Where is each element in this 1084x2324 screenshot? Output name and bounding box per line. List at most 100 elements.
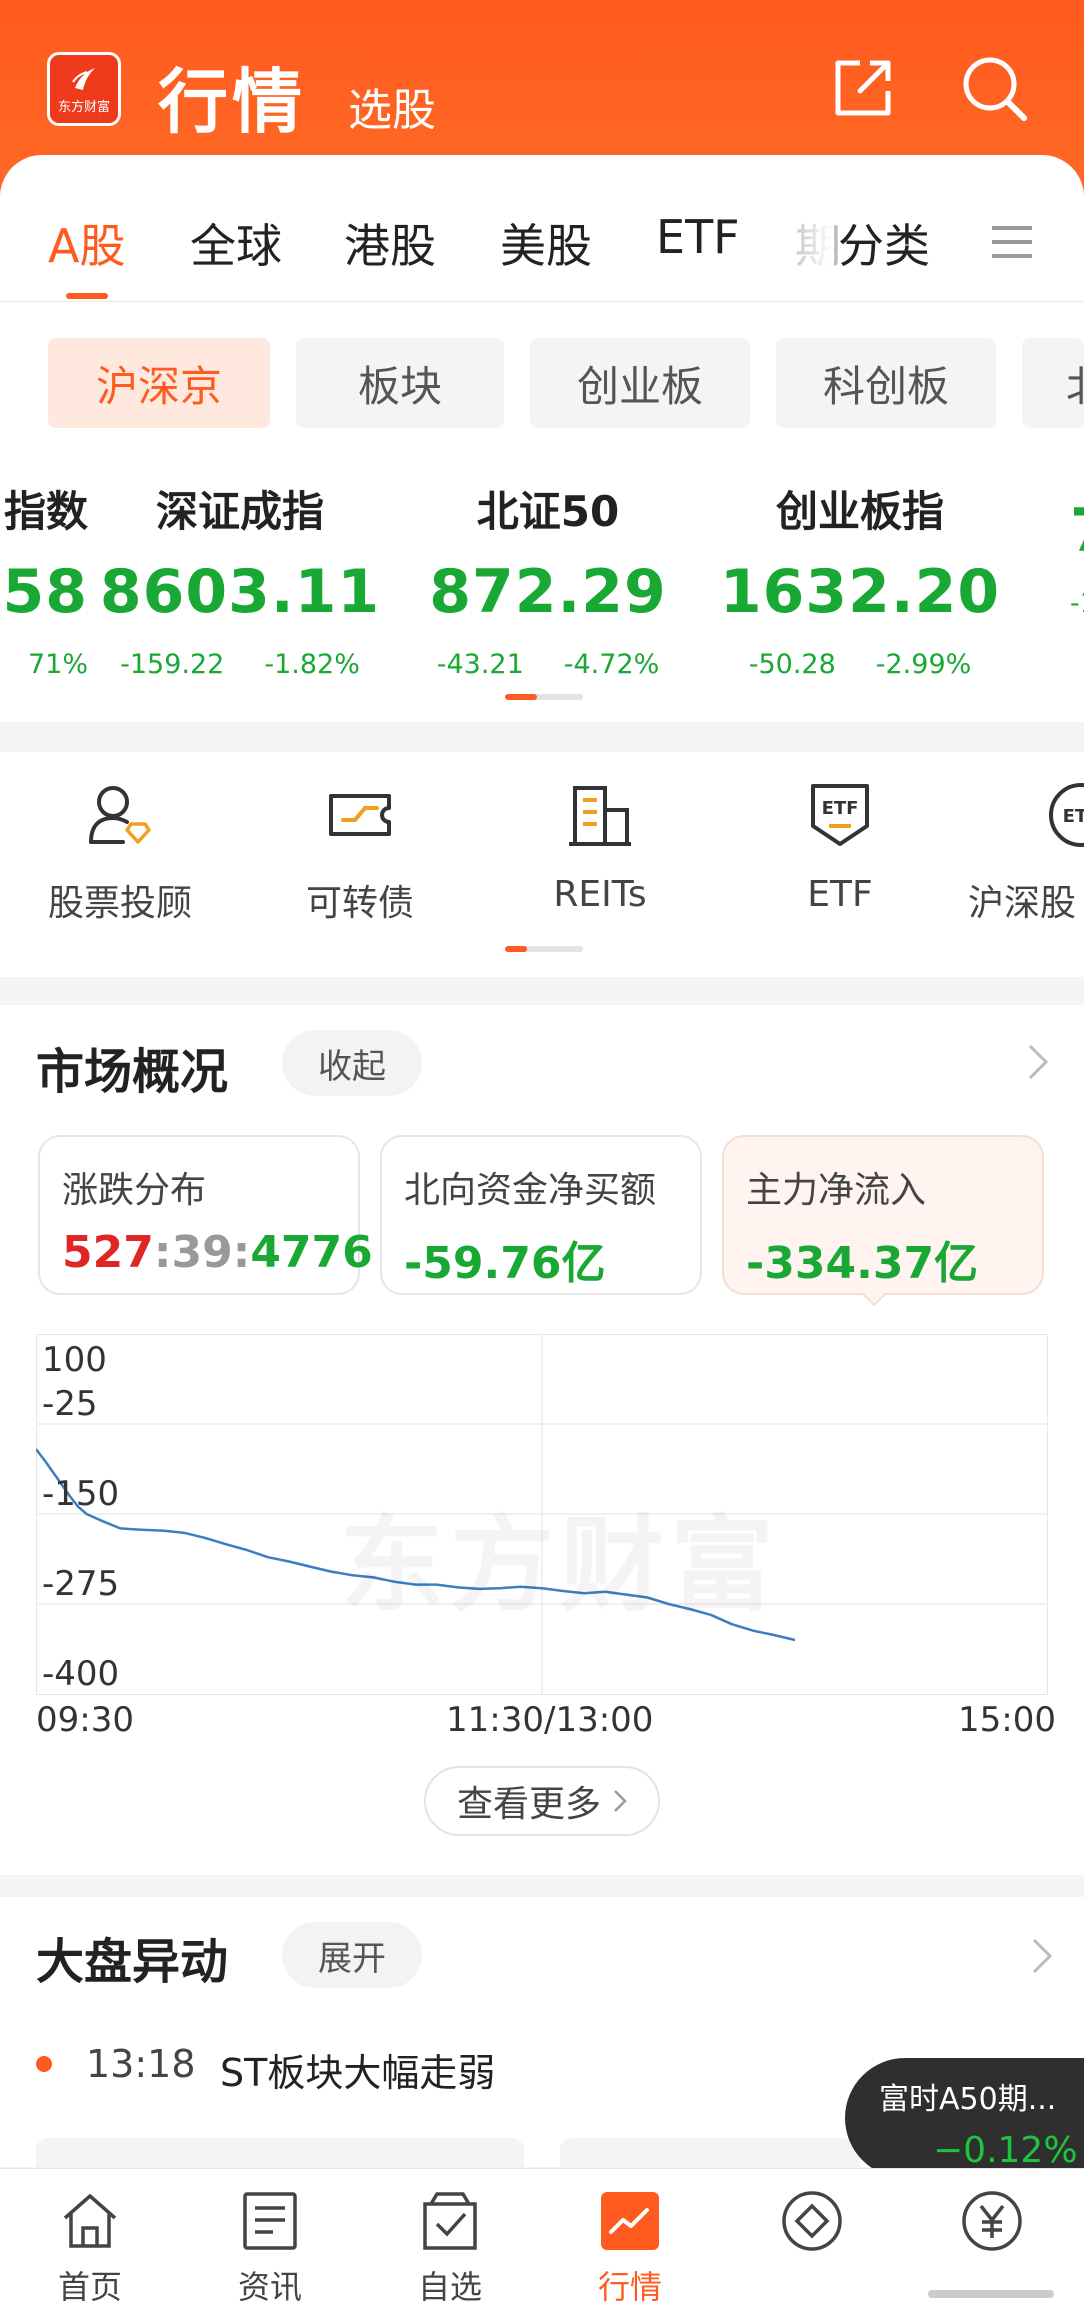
- index-card-bse50[interactable]: 北证50 872.29 -43.21 -4.72%: [398, 478, 698, 680]
- breadth-card[interactable]: 涨跌分布 527:39:4776: [38, 1135, 373, 1295]
- subtab-sector[interactable]: 板块: [296, 338, 504, 428]
- nav-label: 行情: [597, 2268, 662, 2306]
- market-movement-title: 大盘异动: [36, 1934, 229, 1990]
- subtab-bse[interactable]: 北: [1022, 338, 1084, 428]
- nav-label: 自选: [417, 2268, 482, 2306]
- bottom-nav: [0, 2168, 1084, 2324]
- movement-card: [560, 2138, 860, 2168]
- movement-text[interactable]: ST板块大幅走弱: [220, 2042, 495, 2097]
- nav-diamond[interactable]: [752, 2190, 872, 2252]
- nav-label: 首页: [57, 2268, 122, 2306]
- subtab-chinext[interactable]: 创业板: [530, 338, 750, 428]
- tab-etf[interactable]: ETF: [656, 210, 740, 264]
- movement-time: 13:18: [86, 2042, 196, 2086]
- market-icon: [601, 2192, 659, 2250]
- northbound-card[interactable]: 北向资金净买额 -59.76亿: [380, 1135, 702, 1295]
- main-inflow-value: -334.37亿: [746, 1238, 979, 1289]
- home-indicator: [928, 2290, 1054, 2298]
- quick-label: ETF: [807, 874, 873, 915]
- index-card-sh[interactable]: 指数 58 71%: [0, 478, 89, 680]
- northbound-value: -59.76亿: [404, 1238, 606, 1289]
- app-logo[interactable]: 东方财富: [47, 52, 121, 126]
- expand-button[interactable]: 展开: [282, 1922, 422, 1988]
- news-icon: [243, 2192, 297, 2250]
- index-value: 872.29: [429, 557, 667, 627]
- yuan-icon: [962, 2191, 1022, 2251]
- card-label: 主力净流入: [746, 1170, 927, 1211]
- index-pct: -4.72%: [563, 649, 660, 680]
- view-more-label: 查看更多: [456, 1784, 601, 1825]
- reits-building-icon: [569, 786, 631, 846]
- index-pager: [505, 694, 583, 700]
- index-card-szse-component[interactable]: 深证成指 8603.11 -159.22 -1.82%: [90, 478, 390, 680]
- menu-icon[interactable]: [990, 222, 1034, 262]
- card-label: 涨跌分布: [62, 1170, 207, 1211]
- quick-label: 沪深股: [968, 883, 1077, 924]
- nav-label: 资讯: [237, 2268, 302, 2306]
- diamond-icon: [782, 2191, 842, 2251]
- svg-text:ETF: ETF: [1063, 806, 1084, 827]
- subtab-hu-shen-jing[interactable]: 沪深京: [48, 338, 270, 428]
- etf-shield-icon: ETF: [811, 784, 869, 846]
- float-value: −0.12%: [933, 2130, 1078, 2171]
- index-card-next[interactable]: 7 -1: [1070, 478, 1084, 619]
- quick-item-etf[interactable]: ETF ETF: [720, 780, 960, 915]
- quick-label: 可转债: [305, 883, 414, 924]
- logo-text: 东方财富: [57, 99, 110, 115]
- quick-label: 股票投顾: [47, 883, 192, 924]
- x-tick-label: 11:30/13:00: [446, 1700, 654, 1740]
- bullet-dot: [36, 2056, 52, 2072]
- collapse-button[interactable]: 收起: [282, 1030, 422, 1096]
- nav-news[interactable]: 资讯: [210, 2190, 330, 2308]
- y-tick-label: -150: [42, 1474, 120, 1514]
- home-icon: [63, 2194, 117, 2248]
- index-change: -43.21: [436, 649, 524, 680]
- market-tabs: A股 全球 港股 美股 ETF 期 分类: [0, 210, 1084, 300]
- quick-item-hs-stock[interactable]: ETF 沪深股: [960, 780, 1084, 926]
- quick-item-reits[interactable]: REITs: [480, 780, 720, 915]
- index-pct: -2.99%: [875, 649, 972, 680]
- advisor-icon: [89, 786, 151, 844]
- y-tick-label: 100: [42, 1340, 107, 1380]
- index-card-chinext[interactable]: 创业板指 1632.20 -50.28 -2.99%: [710, 478, 1010, 680]
- breadth-value: 527:39:4776: [62, 1227, 373, 1278]
- share-icon[interactable]: [830, 55, 896, 121]
- index-name: 北证50: [476, 487, 620, 536]
- watchlist-icon: [423, 2192, 477, 2250]
- view-more-button[interactable]: 查看更多: [424, 1766, 660, 1836]
- main-inflow-card[interactable]: 主力净流入 -334.37亿: [722, 1135, 1044, 1295]
- card-pointer: [862, 1293, 886, 1307]
- quick-item-convertible[interactable]: 可转债: [240, 780, 480, 926]
- tab-fade: [790, 210, 834, 274]
- tab-hk[interactable]: 港股: [344, 210, 436, 276]
- market-overview-title: 市场概况: [36, 1044, 229, 1100]
- quick-item-advisor[interactable]: 股票投顾: [0, 780, 240, 926]
- tab-a-share[interactable]: A股: [48, 210, 125, 276]
- nav-watchlist[interactable]: 自选: [390, 2190, 510, 2308]
- watermark: 东方财富: [340, 1480, 780, 1631]
- index-value: 8603.11: [99, 557, 381, 627]
- nav-wealth[interactable]: [932, 2190, 1052, 2252]
- tab-global[interactable]: 全球: [190, 210, 282, 276]
- subtab-star-market[interactable]: 科创板: [776, 338, 996, 428]
- logo-mark-icon: [72, 67, 95, 90]
- etf-circle-icon: ETF: [1049, 783, 1084, 847]
- index-change: -159.22: [120, 649, 225, 680]
- search-icon[interactable]: [958, 52, 1030, 124]
- card-label: 北向资金净买额: [404, 1170, 657, 1211]
- index-value: 1632.20: [719, 557, 1001, 627]
- chevron-right-icon[interactable]: [1026, 1042, 1050, 1082]
- movement-card: [36, 2138, 524, 2168]
- a50-futures-float[interactable]: 富时A50期... −0.12%: [845, 2058, 1084, 2178]
- nav-market[interactable]: 行情: [570, 2190, 690, 2308]
- index-name: 创业板指: [775, 487, 944, 536]
- tab-us[interactable]: 美股: [500, 210, 592, 276]
- chevron-right-icon[interactable]: [1030, 1936, 1054, 1976]
- y-tick-label: -275: [42, 1564, 120, 1604]
- active-tab-indicator: [66, 293, 108, 299]
- nav-home[interactable]: 首页: [30, 2190, 150, 2308]
- stock-picker-link[interactable]: 选股: [348, 74, 436, 138]
- chevron-right-icon: [614, 1790, 627, 1812]
- index-name: 深证成指: [155, 487, 324, 536]
- tab-category[interactable]: 分类: [838, 210, 930, 276]
